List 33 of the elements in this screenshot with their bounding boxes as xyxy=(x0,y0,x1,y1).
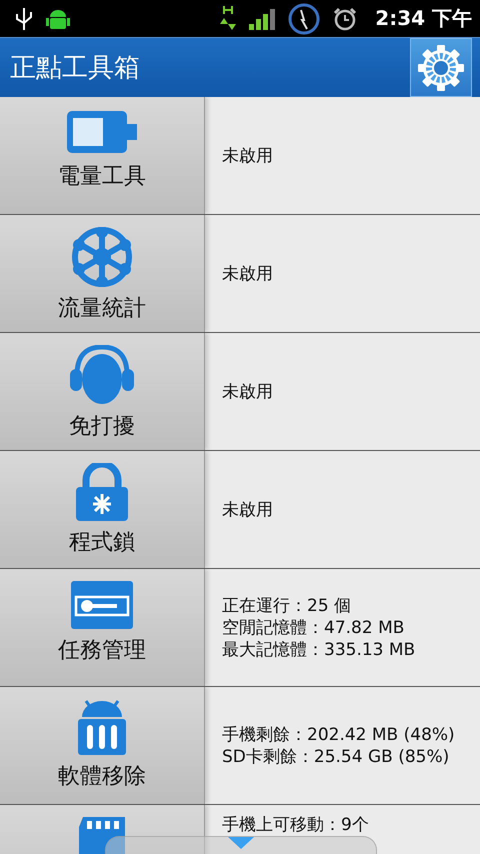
tool-button[interactable]: 軟體移除 xyxy=(0,687,205,804)
padlock-icon xyxy=(76,463,128,521)
tool-status: 手機上可移動：9个 xyxy=(222,814,370,836)
wrench-card-icon xyxy=(71,581,133,629)
tool-button[interactable]: 電量工具 xyxy=(0,97,205,214)
settings-button[interactable] xyxy=(410,38,472,97)
clock-time: 2:34 下午 xyxy=(375,5,472,32)
tool-status: 未啟用 xyxy=(222,144,274,166)
signal-icon xyxy=(249,8,276,30)
tool-button[interactable]: 流量統計 xyxy=(0,215,205,332)
tool-button[interactable]: 程式鎖 xyxy=(0,451,205,568)
headphones-icon xyxy=(69,345,135,405)
app-title: 正點工具箱 xyxy=(10,52,141,85)
battery-icon xyxy=(66,109,138,155)
tool-button[interactable]: 免打擾 xyxy=(0,333,205,450)
android-trash-icon xyxy=(76,699,128,755)
tool-status: SD卡剩餘：25.54 GB (85%) xyxy=(222,746,450,768)
tool-status: 未啟用 xyxy=(222,380,274,402)
tool-button[interactable]: 任務管理 xyxy=(0,569,205,686)
charging-icon xyxy=(287,2,322,36)
tool-status: 最大記憶體：335.13 MB xyxy=(222,638,416,660)
alarm-clock-icon xyxy=(333,6,358,30)
tool-status: 未啟用 xyxy=(222,498,274,520)
tool-status: 手機剩餘：202.42 MB (48%) xyxy=(222,724,456,746)
tool-status: 未啟用 xyxy=(222,262,274,284)
usb-icon xyxy=(14,6,34,32)
tool-status: 正在運行：25 個 xyxy=(222,594,352,616)
drawer-handle[interactable] xyxy=(105,836,377,854)
data-arrows-icon xyxy=(219,6,238,32)
tool-status: 空閒記憶體：47.82 MB xyxy=(222,616,406,638)
wheel-icon xyxy=(72,227,132,287)
memory-card-icon xyxy=(79,817,125,854)
android-icon xyxy=(46,8,70,30)
